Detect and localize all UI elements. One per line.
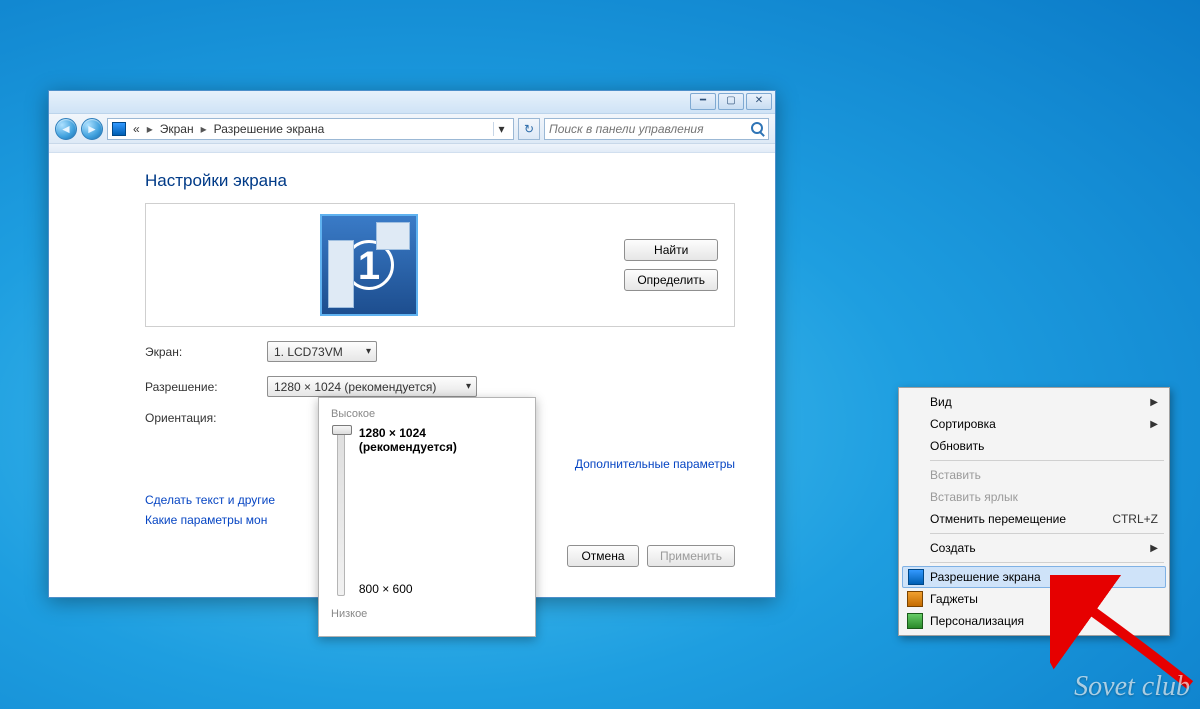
close-button[interactable]: ✕ bbox=[746, 93, 772, 110]
slider-current-value: 1280 × 1024 (рекомендуется) bbox=[359, 426, 523, 454]
slider-low-label: Низкое bbox=[331, 608, 523, 620]
resolution-label: Разрешение: bbox=[145, 380, 267, 394]
titlebar: ━ ▢ ✕ bbox=[49, 91, 775, 114]
ctx-refresh[interactable]: Обновить bbox=[902, 435, 1166, 457]
search-box[interactable] bbox=[544, 118, 769, 140]
resolution-combo[interactable]: 1280 × 1024 (рекомендуется) bbox=[267, 376, 477, 397]
desktop-context-menu: Вид▶ Сортировка▶ Обновить Вставить Встав… bbox=[898, 387, 1170, 636]
submenu-arrow-icon: ▶ bbox=[1150, 543, 1158, 554]
personalize-icon bbox=[907, 613, 923, 629]
separator bbox=[930, 533, 1164, 534]
search-icon bbox=[751, 122, 764, 136]
chevron-right-icon: ▸ bbox=[147, 122, 153, 136]
ctx-paste-shortcut: Вставить ярлык bbox=[902, 486, 1166, 508]
slider-thumb[interactable] bbox=[332, 425, 352, 435]
submenu-arrow-icon: ▶ bbox=[1150, 419, 1158, 430]
apply-button: Применить bbox=[647, 545, 735, 567]
resolution-slider[interactable] bbox=[337, 426, 345, 596]
address-bar[interactable]: « ▸ Экран ▸ Разрешение экрана ▾ bbox=[107, 118, 514, 140]
ctx-view[interactable]: Вид▶ bbox=[902, 391, 1166, 413]
minimize-button[interactable]: ━ bbox=[690, 93, 716, 110]
display-icon bbox=[908, 569, 924, 585]
screen-label: Экран: bbox=[145, 345, 267, 359]
ctx-gadgets[interactable]: Гаджеты bbox=[902, 588, 1166, 610]
ctx-create[interactable]: Создать▶ bbox=[902, 537, 1166, 559]
ctx-undo[interactable]: Отменить перемещениеCTRL+Z bbox=[902, 508, 1166, 530]
shortcut-label: CTRL+Z bbox=[1112, 512, 1158, 526]
toolbar bbox=[49, 144, 775, 153]
resolution-slider-popup: Высокое 1280 × 1024 (рекомендуется) 800 … bbox=[318, 397, 536, 637]
screen-combo[interactable]: 1. LCD73VM bbox=[267, 341, 377, 362]
refresh-button[interactable]: ↻ bbox=[518, 118, 540, 140]
separator bbox=[930, 562, 1164, 563]
submenu-arrow-icon: ▶ bbox=[1150, 397, 1158, 408]
page-title: Настройки экрана bbox=[145, 171, 735, 191]
breadcrumb-root[interactable]: « bbox=[130, 121, 143, 137]
slider-high-label: Высокое bbox=[331, 408, 523, 420]
monitor-1[interactable]: 1 bbox=[320, 214, 418, 316]
watermark: Sovet club bbox=[1074, 671, 1190, 703]
controlpanel-icon bbox=[112, 122, 126, 136]
ctx-paste: Вставить bbox=[902, 464, 1166, 486]
chevron-right-icon: ▸ bbox=[201, 122, 207, 136]
ctx-personalize[interactable]: Персонализация bbox=[902, 610, 1166, 632]
search-input[interactable] bbox=[549, 122, 751, 136]
separator bbox=[930, 460, 1164, 461]
find-button[interactable]: Найти bbox=[624, 239, 718, 261]
breadcrumb-item[interactable]: Разрешение экрана bbox=[211, 121, 328, 137]
monitor-preview: 1 Найти Определить bbox=[145, 203, 735, 327]
gadgets-icon bbox=[907, 591, 923, 607]
address-dropdown[interactable]: ▾ bbox=[493, 122, 509, 136]
ctx-resolution[interactable]: Разрешение экрана bbox=[902, 566, 1166, 588]
ctx-sort[interactable]: Сортировка▶ bbox=[902, 413, 1166, 435]
cancel-button[interactable]: Отмена bbox=[567, 545, 639, 567]
identify-button[interactable]: Определить bbox=[624, 269, 718, 291]
forward-button[interactable]: ► bbox=[81, 118, 103, 140]
slider-min-value: 800 × 600 bbox=[359, 582, 523, 596]
orientation-label: Ориентация: bbox=[145, 411, 267, 425]
breadcrumb-item[interactable]: Экран bbox=[157, 121, 197, 137]
maximize-button[interactable]: ▢ bbox=[718, 93, 744, 110]
navbar: ◄ ► « ▸ Экран ▸ Разрешение экрана ▾ ↻ bbox=[49, 114, 775, 144]
back-button[interactable]: ◄ bbox=[55, 118, 77, 140]
